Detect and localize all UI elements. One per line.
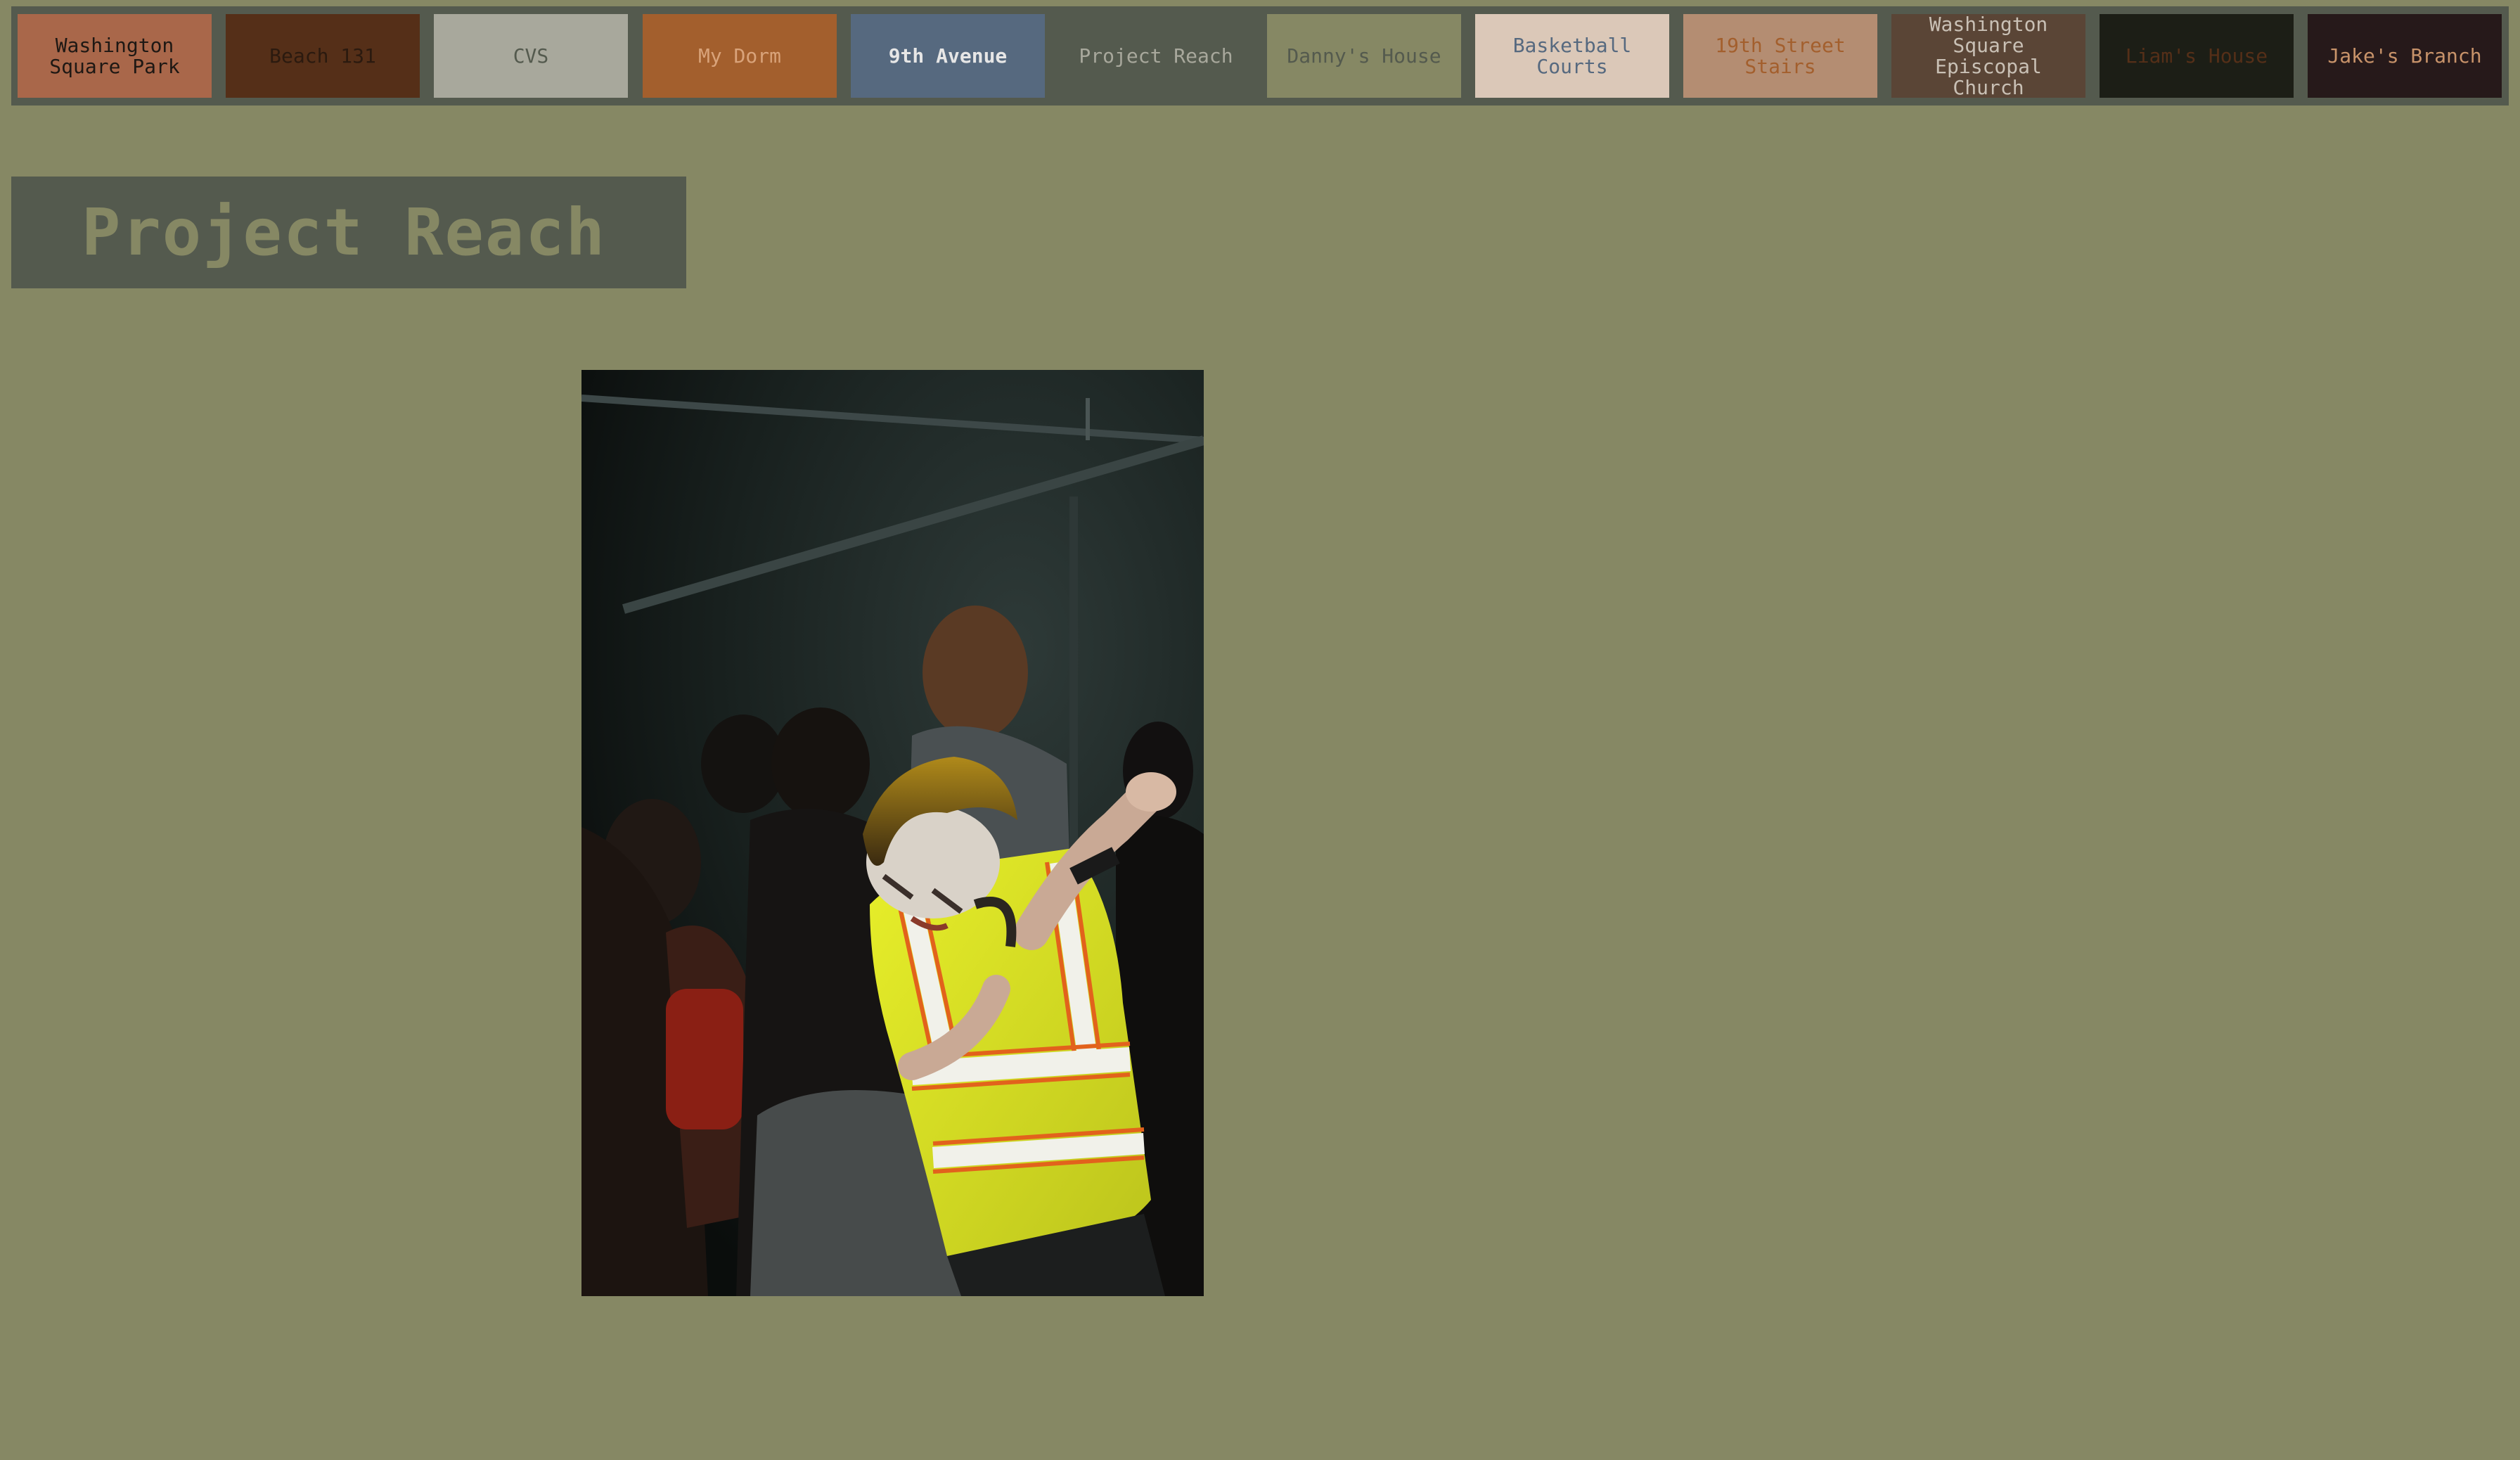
nav-item-label: Liam's House <box>2125 44 2268 68</box>
nav-item-label: Jake's Branch <box>2327 44 2482 68</box>
nav-item-9th-avenue[interactable]: 9th Avenue <box>851 14 1045 98</box>
nav-item-beach-131[interactable]: Beach 131 <box>226 14 420 98</box>
event-photo-image <box>581 370 1204 1296</box>
nav-item-liams-house[interactable]: Liam's House <box>2100 14 2294 98</box>
nav-item-label: 9th Avenue <box>888 44 1008 68</box>
nav-item-washington-square-episcopal-church[interactable]: Washington Square Episcopal Church <box>1891 14 2085 98</box>
nav-item-my-dorm[interactable]: My Dorm <box>643 14 837 98</box>
nav-item-cvs[interactable]: CVS <box>434 14 628 98</box>
nav-item-label: Washington Square Episcopal Church <box>1929 14 2048 98</box>
nav-item-19th-street-stairs[interactable]: 19th Street Stairs <box>1683 14 1877 98</box>
nav-item-label: My Dorm <box>698 44 781 68</box>
nav-item-label: CVS <box>513 44 549 68</box>
nav-item-label: Basketball Courts <box>1512 33 1632 78</box>
nav-item-dannys-house[interactable]: Danny's House <box>1267 14 1461 98</box>
nav-item-label: Beach 131 <box>269 44 376 68</box>
nav-item-basketball-courts[interactable]: Basketball Courts <box>1475 14 1669 98</box>
nav-item-washington-square-park[interactable]: Washington Square Park <box>18 14 212 98</box>
nav-item-label: Danny's House <box>1287 44 1441 68</box>
nav-item-label: 19th Street Stairs <box>1715 33 1846 78</box>
nav-item-label: Project Reach <box>1079 44 1233 68</box>
nav-item-project-reach[interactable]: Project Reach <box>1059 14 1253 98</box>
location-nav-bar: Washington Square Park Beach 131 CVS My … <box>11 6 2509 105</box>
event-photo <box>581 370 1204 1296</box>
page-title-banner: Project Reach <box>11 177 686 288</box>
nav-item-label: Washington Square Park <box>49 33 180 78</box>
page-title: Project Reach <box>82 195 607 270</box>
nav-item-jakes-branch[interactable]: Jake's Branch <box>2308 14 2502 98</box>
page: Washington Square Park Beach 131 CVS My … <box>0 0 2520 1460</box>
